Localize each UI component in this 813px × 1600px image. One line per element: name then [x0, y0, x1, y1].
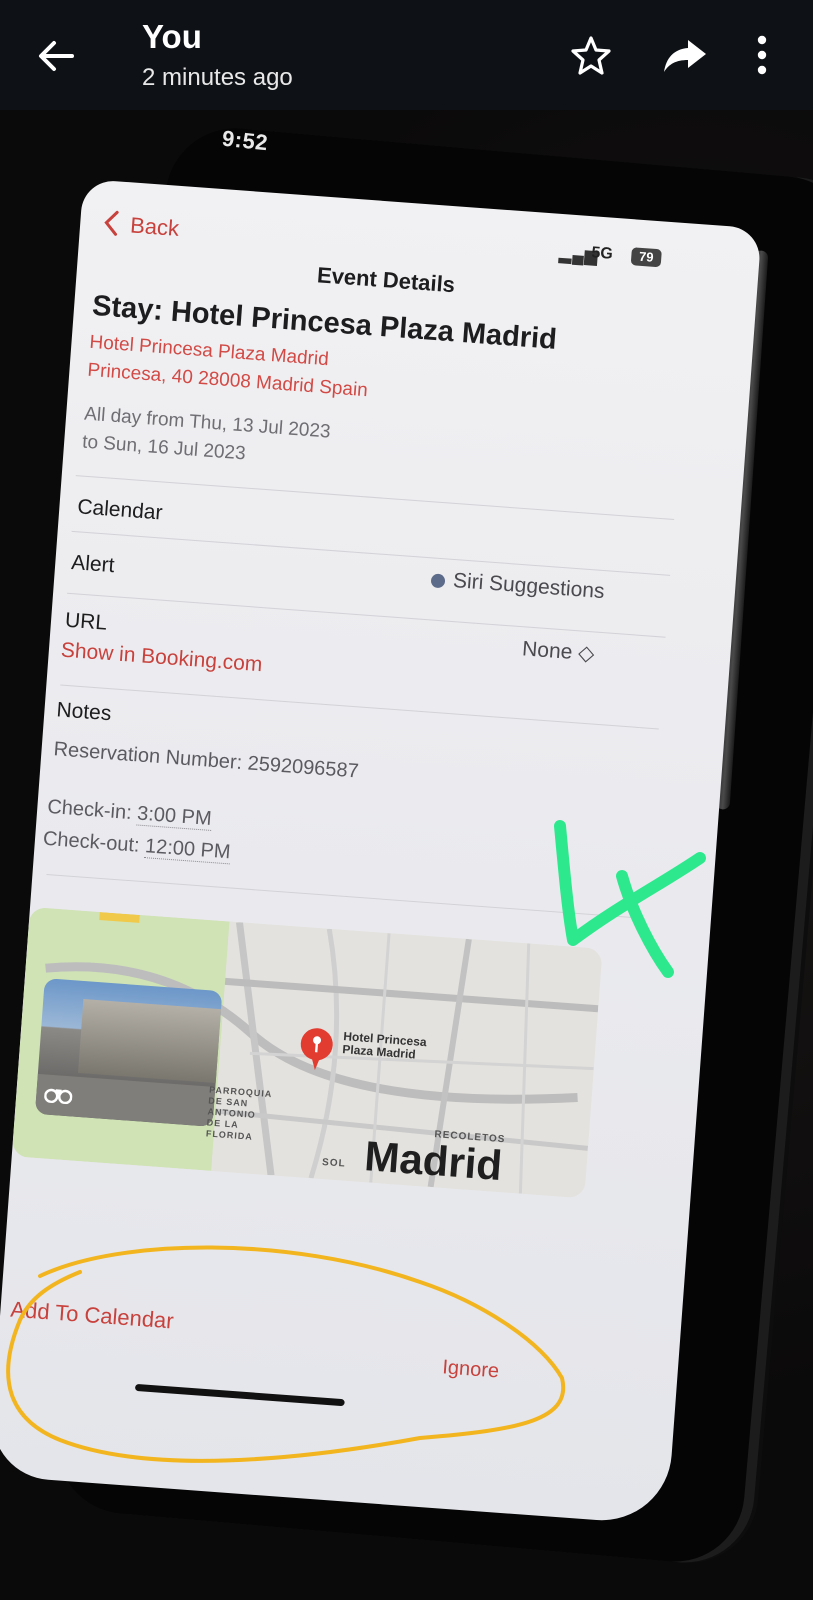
divider — [71, 530, 671, 576]
back-button[interactable]: Back — [129, 212, 180, 242]
home-indicator — [134, 1383, 345, 1407]
network-label: 5G — [590, 244, 614, 263]
look-around-preview[interactable] — [34, 978, 223, 1127]
more-options-icon[interactable] — [752, 34, 772, 76]
calendar-label: Calendar — [76, 495, 164, 525]
alert-value[interactable]: None ◇ — [521, 636, 595, 666]
divider — [46, 874, 645, 919]
chevron-left-icon[interactable] — [101, 208, 121, 237]
booking-link[interactable]: Show in Booking.com — [60, 638, 263, 677]
phone-screen: Back ▂▄▆ 5G 79 Event Details Stay: Hotel… — [0, 178, 762, 1526]
checkin-time[interactable]: 3:00 PM — [136, 802, 213, 831]
calendar-value[interactable]: Siri Suggestions — [452, 569, 605, 604]
checkout-label: Check-out: — [42, 827, 141, 857]
checkin-row: Check-in: 3:00 PM — [47, 796, 213, 831]
notes-label: Notes — [55, 698, 113, 726]
map-city-label: Madrid — [363, 1132, 504, 1190]
divider — [60, 684, 659, 730]
viewer-top-bar: You 2 minutes ago — [0, 0, 813, 110]
share-icon[interactable] — [662, 36, 708, 76]
calendar-color-dot — [430, 573, 446, 589]
timestamp: 2 minutes ago — [142, 64, 293, 91]
map-preview[interactable]: Hotel Princesa Plaza Madrid RECOLETOS SO… — [11, 906, 603, 1199]
phone-clock: 9:52 — [220, 125, 270, 156]
battery-icon: 79 — [630, 247, 662, 268]
nav-title: Event Details — [316, 262, 456, 298]
location-pin-icon — [300, 1028, 333, 1071]
url-label: URL — [64, 608, 108, 635]
sender-name: You — [142, 18, 202, 55]
building — [78, 999, 223, 1084]
checkout-time[interactable]: 12:00 PM — [144, 835, 232, 865]
map-area-label: PARROQUIA DE SAN ANTONIO DE LA FLORIDA — [205, 1084, 273, 1142]
binoculars-icon — [44, 1088, 73, 1105]
back-arrow-icon[interactable] — [34, 34, 78, 78]
reservation-number: Reservation Number: 2592096587 — [52, 738, 360, 783]
photo: 9:52 Back ▂▄▆ 5G 79 Event Details Stay: … — [0, 110, 813, 1600]
star-icon[interactable] — [570, 34, 612, 76]
add-to-calendar-button[interactable]: Add To Calendar — [10, 1297, 175, 1335]
ignore-button[interactable]: Ignore — [442, 1356, 500, 1383]
map-area-label: SOL — [321, 1156, 347, 1170]
checkin-label: Check-in: — [46, 795, 133, 825]
alert-label: Alert — [70, 551, 116, 578]
checkout-row: Check-out: 12:00 PM — [42, 827, 232, 865]
date-line-2: to Sun, 16 Jul 2023 — [81, 431, 247, 465]
divider — [75, 475, 675, 521]
